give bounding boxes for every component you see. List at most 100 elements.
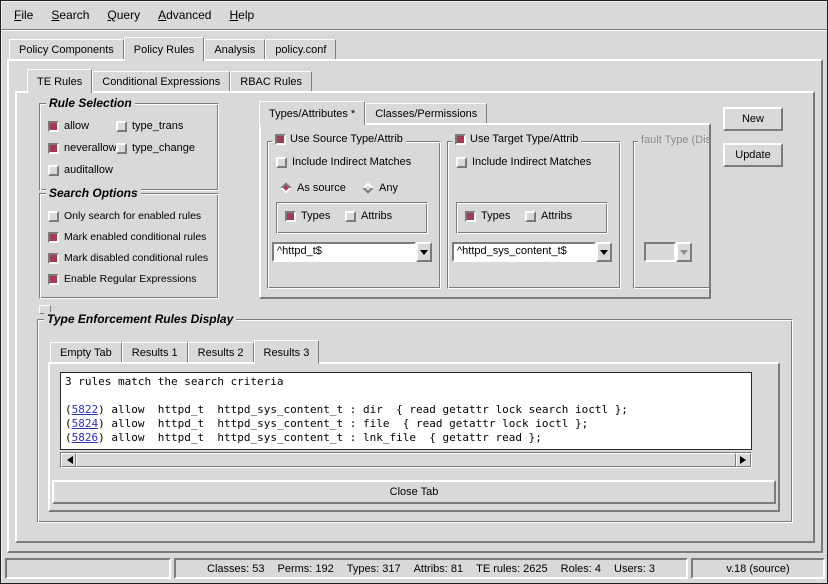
chevron-down-icon bbox=[600, 250, 608, 259]
checkbox-label: neverallow bbox=[64, 142, 117, 154]
checkbox-type-change[interactable]: type_change bbox=[116, 142, 195, 154]
checkbox-indicator bbox=[48, 143, 59, 154]
tab-empty[interactable]: Empty Tab bbox=[50, 342, 122, 362]
checkbox-label: auditallow bbox=[64, 164, 113, 176]
tab-results-1[interactable]: Results 1 bbox=[122, 342, 188, 362]
target-combo-dropdown-button[interactable] bbox=[596, 242, 612, 262]
source-combo-dropdown-button[interactable] bbox=[416, 242, 432, 262]
chevron-down-icon bbox=[680, 250, 688, 259]
tab-policy-conf[interactable]: policy.conf bbox=[265, 39, 336, 59]
checkbox-only-enabled-rules[interactable]: Only search for enabled rules bbox=[48, 210, 201, 222]
checkbox-source-attribs[interactable]: Attribs bbox=[345, 210, 392, 222]
menu-item-search[interactable]: Search bbox=[44, 5, 96, 25]
checkbox-indicator bbox=[48, 121, 59, 132]
checkbox-target-attribs[interactable]: Attribs bbox=[525, 210, 572, 222]
close-tab-button[interactable]: Close Tab bbox=[52, 480, 776, 504]
checkbox-label: allow bbox=[64, 120, 89, 132]
checkbox-auditallow[interactable]: auditallow bbox=[48, 164, 113, 176]
search-options-group: Search Options Only search for enabled r… bbox=[39, 193, 219, 299]
checkbox-source-types[interactable]: Types bbox=[285, 210, 330, 222]
tab-te-rules[interactable]: TE Rules bbox=[27, 69, 92, 93]
checkbox-label: Types bbox=[301, 210, 330, 222]
tab-results-3[interactable]: Results 3 bbox=[254, 340, 320, 364]
checkbox-indicator bbox=[116, 143, 127, 154]
checkbox-indicator bbox=[465, 211, 476, 222]
checkbox-indicator bbox=[48, 253, 59, 264]
target-types-attribs-box: Types Attribs bbox=[456, 202, 608, 234]
menu-item-help[interactable]: Help bbox=[222, 5, 261, 25]
paren: ) bbox=[98, 417, 111, 430]
tab-results-2[interactable]: Results 2 bbox=[188, 342, 254, 362]
checkbox-label: Attribs bbox=[361, 210, 392, 222]
main-tab-bar: Policy Components Policy Rules Analysis … bbox=[9, 37, 336, 61]
menu-item-advanced[interactable]: Advanced bbox=[151, 5, 218, 25]
paren: ) bbox=[98, 403, 111, 416]
arrow-right-icon bbox=[740, 456, 750, 464]
default-type-input bbox=[644, 242, 676, 262]
results-panel: 3 rules match the search criteria (5822)… bbox=[48, 362, 780, 512]
checkbox-label: Mark disabled conditional rules bbox=[64, 252, 208, 264]
checkbox-type-trans[interactable]: type_trans bbox=[116, 120, 183, 132]
default-combo-dropdown-button bbox=[676, 242, 692, 262]
status-cell-version: v.18 (source) bbox=[691, 558, 825, 579]
checkbox-enable-regex[interactable]: Enable Regular Expressions bbox=[48, 273, 197, 285]
checkbox-indicator bbox=[48, 232, 59, 243]
checkbox-indicator bbox=[345, 211, 356, 222]
scrollbar-thumb[interactable] bbox=[76, 453, 736, 467]
radio-any[interactable]: Any bbox=[362, 182, 398, 194]
tab-rbac-rules[interactable]: RBAC Rules bbox=[230, 71, 312, 91]
paren: ( bbox=[65, 417, 72, 430]
source-types-attribs-box: Types Attribs bbox=[276, 202, 428, 234]
tab-types-attributes[interactable]: Types/Attributes * bbox=[259, 101, 365, 125]
chevron-down-icon bbox=[420, 250, 428, 259]
checkbox-allow[interactable]: allow bbox=[48, 120, 89, 132]
menu-item-query[interactable]: Query bbox=[100, 5, 147, 25]
menu-item-file[interactable]: File bbox=[7, 5, 40, 25]
checkbox-mark-enabled-conditional[interactable]: Mark enabled conditional rules bbox=[48, 231, 206, 243]
rule-number-link[interactable]: 5824 bbox=[72, 417, 99, 430]
horizontal-scrollbar[interactable] bbox=[60, 452, 752, 468]
checkbox-include-indirect-source[interactable]: Include Indirect Matches bbox=[276, 156, 411, 168]
source-type-combobox[interactable]: ^httpd_t$ bbox=[272, 242, 432, 262]
checkbox-use-target-type[interactable]: Use Target Type/Attrib bbox=[452, 133, 581, 145]
new-button[interactable]: New bbox=[723, 107, 783, 131]
stat-classes: Classes: 53 bbox=[207, 563, 264, 575]
rule-selection-title: Rule Selection bbox=[46, 96, 135, 110]
checkbox-label: Include Indirect Matches bbox=[292, 156, 411, 168]
tab-analysis[interactable]: Analysis bbox=[204, 39, 265, 59]
checkbox-neverallow[interactable]: neverallow bbox=[48, 142, 117, 154]
types-attributes-panel: Use Source Type/Attrib Include Indirect … bbox=[259, 123, 711, 299]
rule-text: allow httpd_t httpd_sys_content_t : lnk_… bbox=[111, 431, 541, 444]
te-rule-line: (5824) allow httpd_t httpd_sys_content_t… bbox=[65, 417, 747, 431]
rule-number-link[interactable]: 5822 bbox=[72, 403, 99, 416]
search-options-title: Search Options bbox=[46, 186, 141, 200]
target-type-combobox[interactable]: ^httpd_sys_content_t$ bbox=[452, 242, 612, 262]
default-type-group: fault Type (Disa bbox=[633, 141, 711, 289]
types-attributes-tab-bar: Types/Attributes * Classes/Permissions bbox=[259, 101, 487, 125]
radio-indicator bbox=[362, 182, 373, 193]
default-type-combobox bbox=[644, 242, 692, 262]
checkbox-label: Types bbox=[481, 210, 510, 222]
radio-as-source[interactable]: As source bbox=[280, 182, 346, 194]
checkbox-indicator bbox=[455, 134, 466, 145]
checkbox-label: Use Source Type/Attrib bbox=[290, 133, 403, 145]
source-type-input[interactable]: ^httpd_t$ bbox=[272, 242, 416, 262]
radio-label: As source bbox=[297, 182, 346, 194]
tab-conditional-expressions[interactable]: Conditional Expressions bbox=[92, 71, 230, 91]
results-text-area[interactable]: 3 rules match the search criteria (5822)… bbox=[60, 372, 752, 450]
target-type-input[interactable]: ^httpd_sys_content_t$ bbox=[452, 242, 596, 262]
scroll-left-button[interactable] bbox=[61, 453, 76, 467]
checkbox-mark-disabled-conditional[interactable]: Mark disabled conditional rules bbox=[48, 252, 208, 264]
tab-classes-permissions[interactable]: Classes/Permissions bbox=[365, 103, 487, 123]
checkbox-target-types[interactable]: Types bbox=[465, 210, 510, 222]
checkbox-include-indirect-target[interactable]: Include Indirect Matches bbox=[456, 156, 591, 168]
rule-number-link[interactable]: 5826 bbox=[72, 431, 99, 444]
scroll-right-button[interactable] bbox=[736, 453, 751, 467]
checkbox-label: Mark enabled conditional rules bbox=[64, 231, 206, 243]
checkbox-label: Enable Regular Expressions bbox=[64, 273, 197, 285]
update-button[interactable]: Update bbox=[723, 143, 783, 167]
checkbox-use-source-type[interactable]: Use Source Type/Attrib bbox=[272, 133, 406, 145]
tab-policy-rules[interactable]: Policy Rules bbox=[124, 37, 205, 61]
tab-policy-components[interactable]: Policy Components bbox=[9, 39, 124, 59]
checkbox-indicator bbox=[48, 274, 59, 285]
